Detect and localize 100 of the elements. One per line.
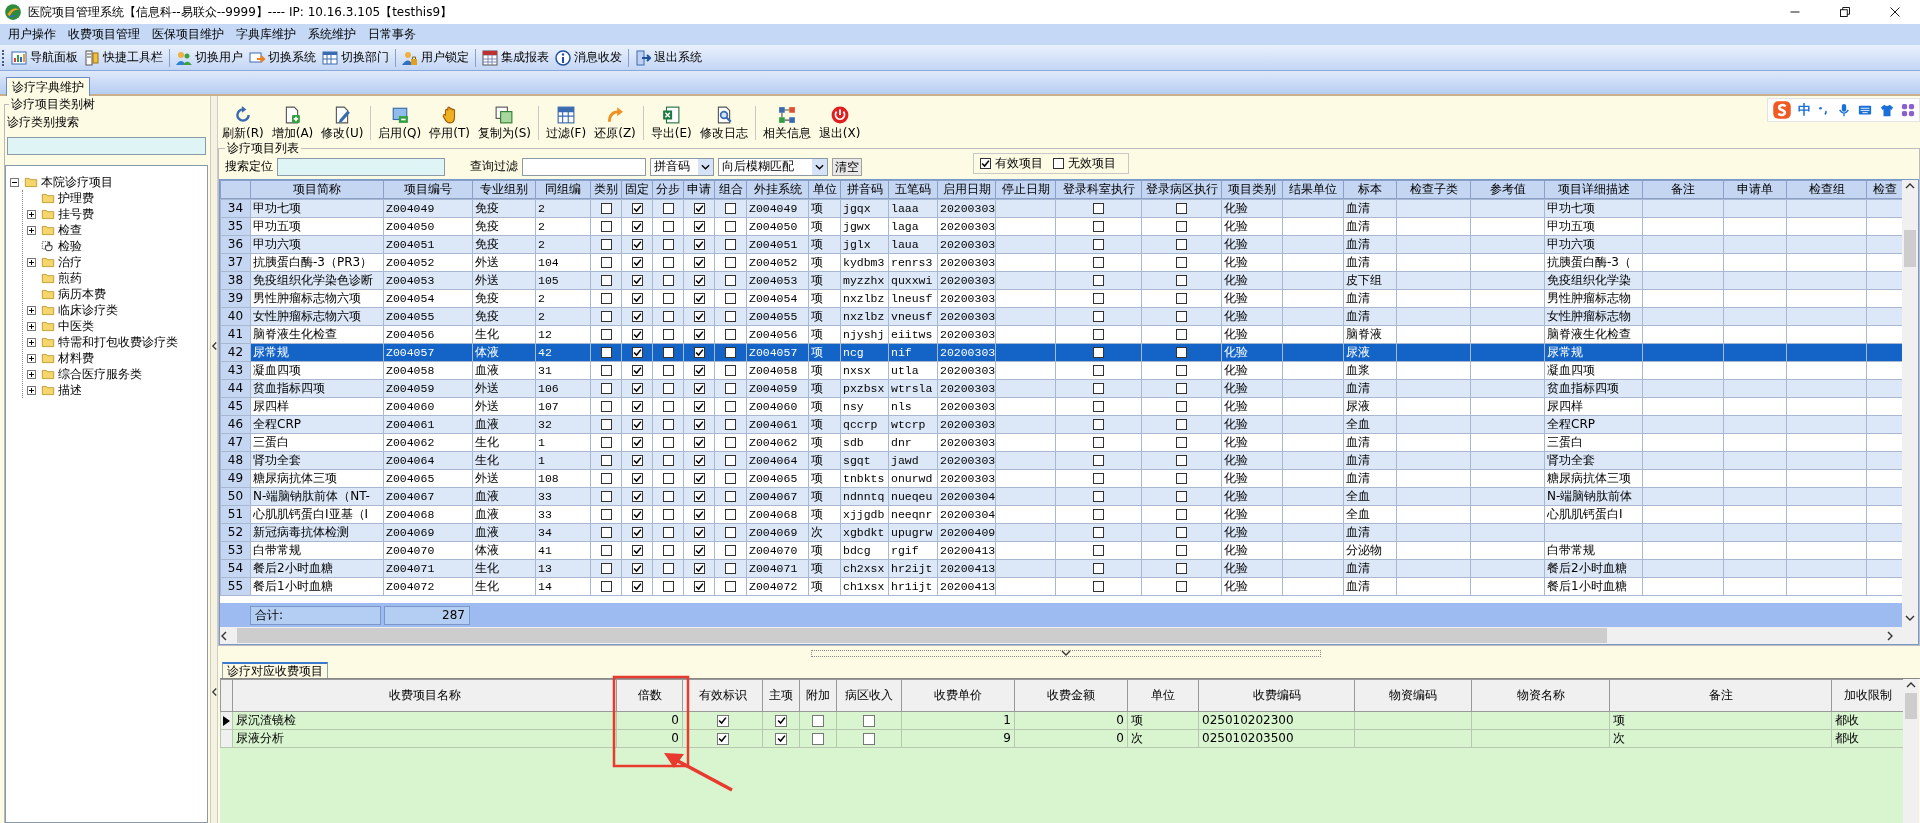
menu-item[interactable]: 收费项目管理 (62, 27, 146, 42)
checkbox[interactable] (600, 257, 612, 269)
column-header[interactable]: 外挂系统 (746, 180, 809, 199)
checkbox[interactable] (631, 401, 643, 413)
plus-icon[interactable] (27, 353, 36, 363)
checkbox[interactable] (631, 203, 643, 215)
checkbox[interactable] (662, 581, 674, 593)
checkbox[interactable] (631, 293, 643, 305)
checkbox[interactable] (1093, 581, 1104, 593)
checkbox[interactable] (693, 203, 705, 215)
checkbox[interactable] (693, 491, 705, 503)
checkbox[interactable] (812, 732, 824, 745)
toolbar-button[interactable]: 退出(X) (814, 106, 865, 140)
ime-logo-icon[interactable] (1772, 100, 1792, 120)
checkbox[interactable] (725, 275, 736, 287)
column-header[interactable]: 参考值 (1470, 180, 1545, 199)
checkbox[interactable] (600, 473, 612, 485)
checkbox[interactable] (600, 221, 612, 233)
checkbox[interactable] (1093, 293, 1104, 305)
column-header[interactable]: 结果单位 (1282, 180, 1344, 199)
column-header[interactable]: 五笔码 (888, 180, 938, 199)
column-header[interactable]: 登录科室执行 (1055, 180, 1142, 199)
checkbox[interactable] (600, 491, 612, 503)
checkbox[interactable] (725, 383, 736, 395)
minus-icon[interactable] (10, 177, 19, 187)
checkbox[interactable] (1176, 563, 1187, 575)
checkbox[interactable] (693, 365, 705, 377)
checkbox[interactable] (600, 347, 612, 359)
checkbox[interactable] (631, 455, 643, 467)
checkbox[interactable] (600, 365, 612, 377)
column-header[interactable]: 组合 (714, 180, 747, 199)
checkbox[interactable] (1093, 509, 1104, 521)
checkbox[interactable] (662, 257, 674, 269)
checkbox[interactable] (662, 545, 674, 557)
checkbox[interactable] (600, 563, 612, 575)
checkbox[interactable] (631, 473, 643, 485)
menu-item[interactable]: 医保项目维护 (146, 27, 230, 42)
checkbox[interactable] (662, 455, 674, 467)
column-header[interactable]: 物资编码 (1354, 679, 1472, 712)
column-header[interactable]: 单位 (1127, 679, 1199, 712)
checkbox[interactable] (1093, 365, 1104, 377)
scrollbar-thumb[interactable] (1905, 693, 1917, 719)
tab[interactable]: 诊疗对应收费项目 (222, 661, 328, 678)
checkbox[interactable] (1176, 293, 1187, 305)
checkbox[interactable] (662, 383, 674, 395)
search-field[interactable] (7, 137, 206, 156)
checkbox[interactable] (600, 383, 612, 395)
checkbox[interactable] (693, 437, 705, 449)
checkbox[interactable] (1093, 203, 1104, 215)
column-header[interactable]: 单位 (808, 180, 841, 199)
column-header[interactable]: 附加 (799, 679, 837, 712)
tree-item[interactable]: 描述 (58, 383, 82, 398)
toolbar-button[interactable]: 还原(Z) (590, 106, 640, 140)
checkbox[interactable] (1093, 419, 1104, 431)
checkbox[interactable] (693, 455, 705, 467)
column-header[interactable]: 标本 (1343, 180, 1397, 199)
checkbox[interactable] (693, 311, 705, 323)
tree-item[interactable]: 综合医疗服务类 (58, 367, 142, 382)
checkbox[interactable] (1176, 329, 1187, 341)
clear-button[interactable]: 清空 (832, 157, 862, 176)
checkbox[interactable] (725, 257, 736, 269)
checkbox[interactable] (600, 239, 612, 251)
tree-item[interactable]: 本院诊疗项目 (41, 175, 113, 190)
column-header[interactable]: 收费单价 (901, 679, 1015, 712)
column-header[interactable]: 项目简称 (250, 180, 384, 199)
checkbox[interactable] (1176, 311, 1187, 323)
checkbox[interactable] (725, 347, 736, 359)
checkbox[interactable] (725, 527, 736, 539)
checkbox[interactable] (725, 419, 736, 431)
checkbox[interactable] (631, 509, 643, 521)
checkbox[interactable] (1093, 401, 1104, 413)
checkbox[interactable] (631, 437, 643, 449)
checkbox[interactable] (693, 383, 705, 395)
checkbox[interactable] (631, 581, 643, 593)
checkbox[interactable] (693, 401, 705, 413)
checkbox[interactable] (693, 293, 705, 305)
toolbar-button[interactable]: 切换用户 (173, 49, 246, 66)
checkbox[interactable] (1093, 527, 1104, 539)
checkbox[interactable] (662, 221, 674, 233)
column-header[interactable]: 项目详细描述 (1544, 180, 1643, 199)
checkbox[interactable] (693, 419, 705, 431)
checkbox[interactable] (1176, 275, 1187, 287)
tree-item[interactable]: 病历本费 (58, 287, 106, 302)
column-header[interactable]: 收费金额 (1014, 679, 1128, 712)
tree-item[interactable]: 护理费 (58, 191, 94, 206)
column-header[interactable]: 备注 (1609, 679, 1832, 712)
tree-item[interactable]: 挂号费 (58, 207, 94, 222)
shirt-icon[interactable] (1879, 103, 1895, 117)
checkbox[interactable] (662, 275, 674, 287)
checkbox[interactable] (662, 347, 674, 359)
checkbox[interactable] (1093, 563, 1104, 575)
checkbox[interactable] (725, 581, 736, 593)
checkbox[interactable] (725, 293, 736, 305)
checkbox[interactable] (631, 527, 643, 539)
checkbox[interactable] (631, 275, 643, 287)
plus-icon[interactable] (27, 209, 36, 219)
checkbox[interactable] (1093, 329, 1104, 341)
checkbox[interactable] (1176, 437, 1187, 449)
app-grid-icon[interactable] (1901, 103, 1915, 117)
plus-icon[interactable] (27, 337, 36, 347)
